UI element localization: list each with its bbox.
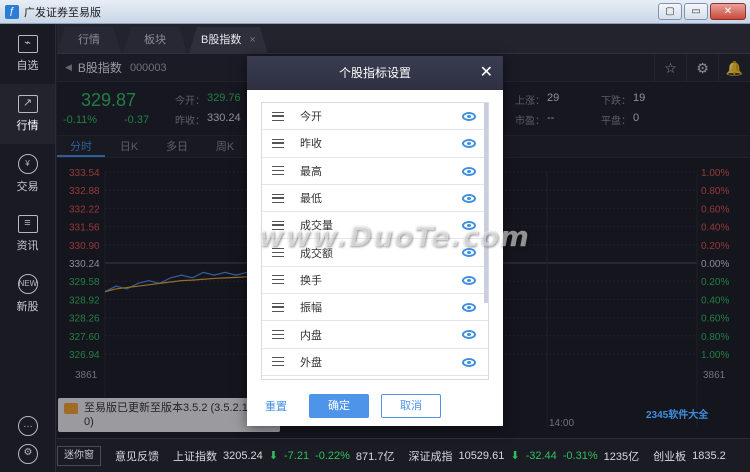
tab-b-share-index[interactable]: B股指数 ×: [189, 27, 268, 53]
eye-icon[interactable]: [462, 139, 476, 149]
trend-icon: ↗: [17, 95, 38, 113]
sidebar-item-trade[interactable]: ¥ 交易: [0, 144, 55, 204]
mini-window-button[interactable]: 迷你窗: [57, 445, 101, 466]
down-arrow-icon: ⬇: [268, 450, 278, 462]
tab-bar: 行情 板块 B股指数 ×: [57, 24, 750, 54]
tab-market[interactable]: 行情: [57, 27, 121, 53]
indicator-row[interactable]: 内盘: [262, 321, 488, 349]
down-arrow-icon: ⬇: [510, 450, 520, 462]
restore-button[interactable]: ▢: [658, 3, 682, 20]
index2-name: 深证成指: [408, 450, 453, 463]
eye-icon[interactable]: [462, 303, 476, 313]
new-icon: NEW: [17, 274, 38, 294]
drag-handle-icon[interactable]: [272, 193, 284, 203]
drag-handle-icon[interactable]: [272, 275, 284, 285]
index2-change: -32.44: [525, 449, 557, 462]
drag-handle-icon[interactable]: [272, 357, 284, 367]
settings-icon[interactable]: ⚙: [18, 444, 38, 464]
dialog-footer: 重置 确定 取消: [247, 394, 503, 420]
eye-icon[interactable]: [462, 330, 476, 340]
dialog-title: 个股指标设置: [338, 66, 411, 80]
dialog-header: 个股指标设置 ✕: [247, 56, 503, 90]
drag-handle-icon[interactable]: [272, 138, 284, 148]
corner-watermark-text: 2345软件大全: [646, 410, 709, 421]
index1-value: 3205.24: [223, 449, 263, 462]
sidebar-bottom: … ⚙: [0, 408, 56, 472]
tab-label: B股指数: [201, 34, 242, 46]
index1-change: -7.21: [283, 449, 310, 462]
eye-icon[interactable]: [462, 112, 476, 121]
indicator-label: 内盘: [300, 329, 322, 342]
index2-pct: -0.31%: [562, 449, 598, 462]
sidebar: ⌁ 自选 ↗ 行情 ¥ 交易 ≡ 资讯 NEW 新股 … ⚙: [0, 24, 56, 472]
index1-pct: -0.22%: [315, 449, 350, 462]
sidebar-item-label: 资讯: [16, 240, 39, 252]
eye-icon[interactable]: [462, 275, 476, 285]
drag-handle-icon[interactable]: [272, 302, 284, 312]
yen-icon: ¥: [17, 154, 38, 174]
chart-icon: ⌁: [17, 35, 38, 53]
index1-amount: 871.7亿: [355, 450, 395, 463]
eye-icon[interactable]: [462, 357, 476, 367]
reset-button[interactable]: 重置: [265, 398, 287, 414]
indicator-row[interactable]: 最高: [262, 158, 488, 185]
indicator-row[interactable]: 换手: [262, 267, 488, 295]
eye-icon[interactable]: [462, 193, 476, 203]
list-scrollbar[interactable]: [484, 103, 488, 303]
sidebar-item-market[interactable]: ↗ 行情: [0, 84, 55, 144]
sidebar-item-label: 自选: [16, 60, 39, 72]
window-title: 广发证券至易版: [24, 6, 101, 19]
indicator-row[interactable]: 昨收: [262, 130, 488, 158]
confirm-button[interactable]: 确定: [309, 394, 369, 418]
indicator-label: 昨收: [300, 138, 322, 151]
drag-handle-icon[interactable]: [272, 166, 284, 176]
indicator-label: 振幅: [300, 302, 322, 315]
indicator-row[interactable]: 最低: [262, 185, 488, 213]
indicator-label: 最低: [300, 193, 322, 206]
feedback-link[interactable]: 意见反馈: [115, 448, 159, 464]
index1-name: 上证指数: [173, 450, 217, 463]
close-window-button[interactable]: ✕: [710, 3, 746, 20]
title-bar: ƒ 广发证券至易版 ▢ ▭ ✕: [0, 0, 750, 24]
indicator-label: 外盘: [300, 356, 322, 369]
sidebar-item-label: 交易: [16, 181, 39, 193]
indicator-label: 换手: [300, 274, 322, 287]
sidebar-item-watchlist[interactable]: ⌁ 自选: [0, 24, 55, 84]
index2-value: 10529.61: [458, 449, 505, 462]
indicator-label: 今开: [300, 111, 322, 124]
tab-sector[interactable]: 板块: [123, 27, 187, 53]
corner-watermark: 2345软件大全: [616, 392, 750, 472]
sidebar-item-news[interactable]: ≡ 资讯: [0, 204, 55, 264]
sidebar-item-label: 行情: [16, 120, 39, 132]
eye-icon[interactable]: [462, 166, 476, 176]
indicator-row[interactable]: 振幅: [262, 294, 488, 322]
document-icon: ≡: [17, 215, 38, 233]
drag-handle-icon[interactable]: [272, 111, 284, 121]
sidebar-item-ipo[interactable]: NEW 新股: [0, 264, 55, 324]
window-controls: ▢ ▭ ✕: [658, 3, 746, 20]
indicator-label: 最高: [300, 165, 322, 178]
sidebar-item-label: 新股: [16, 301, 39, 313]
watermark: www.DuoTe.com: [258, 220, 530, 253]
tab-close-icon[interactable]: ×: [249, 34, 255, 46]
app-icon: ƒ: [5, 4, 19, 19]
drag-handle-icon[interactable]: [272, 330, 284, 340]
dialog-close-icon[interactable]: ✕: [480, 56, 493, 90]
indicator-row[interactable]: 今开: [262, 103, 488, 131]
minimize-button[interactable]: ▭: [684, 3, 708, 20]
chat-icon[interactable]: …: [18, 416, 38, 436]
indicator-row[interactable]: 外盘: [262, 349, 488, 376]
cancel-button[interactable]: 取消: [381, 394, 441, 418]
